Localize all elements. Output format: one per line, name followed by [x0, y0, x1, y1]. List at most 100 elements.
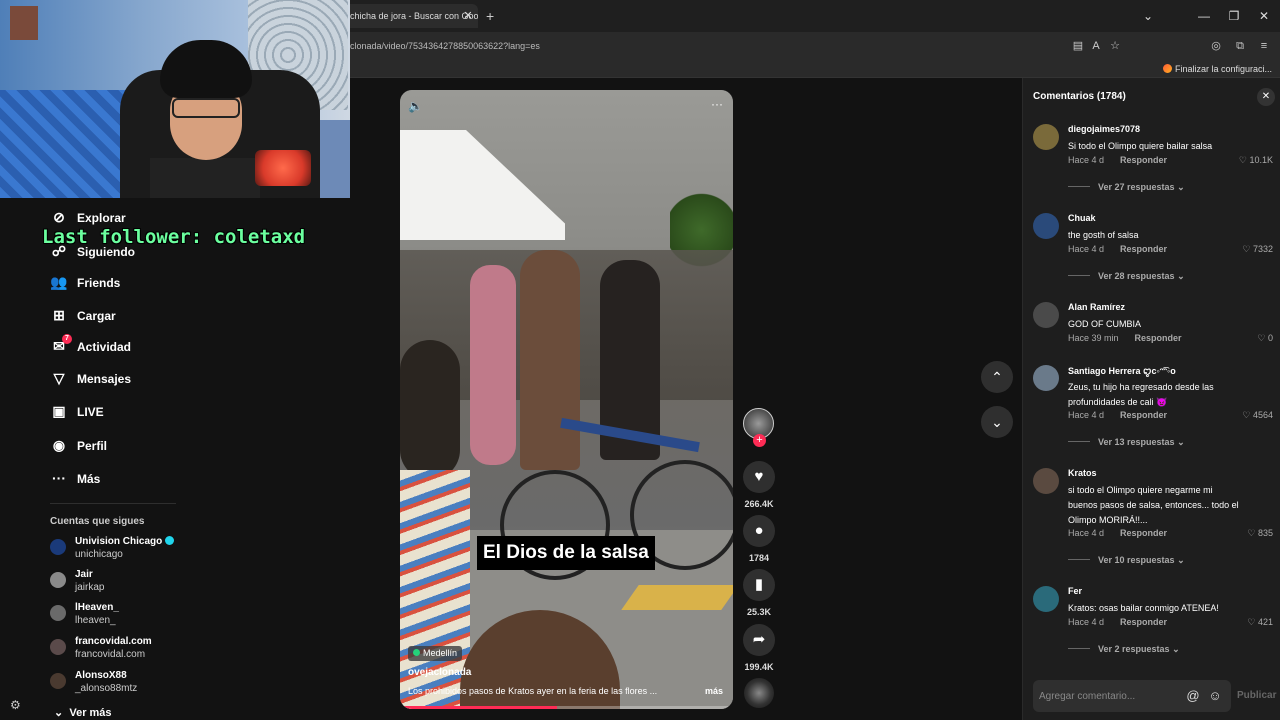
- comment-meta: Hace 4 d Responder: [1068, 528, 1167, 538]
- view-replies-label: Ver 13 respuestas: [1098, 437, 1175, 447]
- location-tag[interactable]: Medellín: [408, 646, 463, 661]
- avatar: [50, 639, 66, 655]
- comment-meta: Hace 4 d Responder: [1068, 617, 1167, 627]
- more-options-icon[interactable]: ···: [709, 97, 725, 111]
- comment-like-button[interactable]: ♡ 7332: [1242, 244, 1273, 255]
- comment-time: Hace 4 d: [1068, 244, 1105, 254]
- webcam-overlay: [0, 0, 350, 198]
- like-button[interactable]: ♥: [743, 461, 775, 493]
- avatar[interactable]: [1033, 586, 1059, 612]
- comment-text: Si todo el Olimpo quiere bailar salsa: [1068, 141, 1213, 151]
- new-tab-icon[interactable]: +: [486, 4, 500, 28]
- reply-button[interactable]: Responder: [1120, 155, 1167, 165]
- video-author[interactable]: ovejaclonada: [408, 667, 471, 678]
- description-more-button[interactable]: más: [705, 686, 723, 696]
- music-disc-icon[interactable]: [744, 678, 774, 708]
- video-caption: El Dios de la salsa: [477, 536, 655, 570]
- comment-input[interactable]: [1033, 680, 1231, 712]
- emoji-icon[interactable]: ☺: [1207, 688, 1223, 704]
- reply-button[interactable]: Responder: [1120, 244, 1167, 254]
- chevron-down-icon: ⌄: [1174, 437, 1185, 447]
- heart-outline-icon: ♡: [1238, 155, 1250, 165]
- chevron-down-icon: ⌄: [991, 414, 1003, 430]
- avatar[interactable]: [1033, 468, 1059, 494]
- view-replies-button[interactable]: Ver 28 respuestas ⌄: [1068, 271, 1185, 282]
- avatar[interactable]: [1033, 365, 1059, 391]
- sidebar-item-label: Cargar: [77, 309, 116, 323]
- sidebar-item-live[interactable]: ▣ LIVE: [50, 398, 104, 424]
- bookmark-item[interactable]: Finalizar la configuraci...: [1162, 62, 1272, 76]
- view-replies-button[interactable]: Ver 27 respuestas ⌄: [1068, 182, 1185, 193]
- comment-author[interactable]: Kratos: [1068, 468, 1097, 478]
- follow-plus-icon[interactable]: +: [753, 434, 766, 447]
- reply-button[interactable]: Responder: [1120, 410, 1167, 420]
- share-button[interactable]: ➦: [743, 624, 775, 656]
- comment-author[interactable]: diegojaimes7078: [1068, 124, 1140, 134]
- sidebar-item-mas[interactable]: ··· Más: [50, 465, 100, 491]
- see-more-button[interactable]: ⌄ Ver más: [54, 706, 112, 719]
- comment-author[interactable]: Chuak: [1068, 213, 1096, 223]
- comment-meta: Hace 39 min Responder: [1068, 333, 1182, 343]
- avatar[interactable]: [1033, 302, 1059, 328]
- reply-button[interactable]: Responder: [1135, 333, 1182, 343]
- comment-like-button[interactable]: ♡ 0: [1257, 333, 1273, 344]
- reply-button[interactable]: Responder: [1120, 528, 1167, 538]
- sidebar-item-friends[interactable]: 👥 Friends: [50, 269, 120, 295]
- screen: chicha de jora - Buscar con Goo ✕ + ⌄ — …: [0, 0, 1280, 720]
- view-replies-button[interactable]: Ver 2 respuestas ⌄: [1068, 644, 1180, 655]
- verified-icon: [165, 536, 175, 545]
- share-count: 199.4K: [744, 662, 774, 672]
- close-icon[interactable]: ✕: [1257, 88, 1275, 106]
- next-video-button[interactable]: ⌄: [981, 406, 1013, 438]
- comment-time: Hace 39 min: [1068, 333, 1119, 343]
- save-button[interactable]: ▮: [743, 569, 775, 601]
- url-field[interactable]: clonada/video/7534364278850063622?lang=e…: [350, 38, 540, 54]
- comment-like-button[interactable]: ♡ 4564: [1242, 410, 1273, 421]
- window-close-icon[interactable]: ✕: [1254, 6, 1274, 26]
- comment-like-button[interactable]: ♡ 10.1K: [1239, 155, 1273, 166]
- sidebar-item-cargar[interactable]: ⊞ Cargar: [50, 302, 116, 328]
- chevron-down-icon: ⌄: [1174, 555, 1185, 565]
- heart-outline-icon: ♡: [1257, 333, 1268, 343]
- account-icon[interactable]: ◎: [1208, 38, 1224, 54]
- account-name: Jair: [75, 569, 93, 580]
- video-player[interactable]: 🔈 ··· El Dios de la salsa Medellín oveja…: [400, 90, 733, 709]
- comment-like-button[interactable]: ♡ 835: [1247, 528, 1273, 539]
- comment-like-count: 421: [1257, 617, 1273, 627]
- menu-icon[interactable]: ≡: [1256, 38, 1272, 54]
- gear-icon[interactable]: ⚙: [10, 698, 24, 712]
- translate-icon[interactable]: A: [1088, 38, 1104, 54]
- star-icon[interactable]: ☆: [1107, 38, 1123, 54]
- minimize-icon[interactable]: —: [1194, 6, 1214, 26]
- comment-time: Hace 4 d: [1068, 410, 1105, 420]
- comment-button[interactable]: ●: [743, 515, 775, 547]
- reader-mode-icon[interactable]: ▤: [1070, 38, 1086, 54]
- mention-icon[interactable]: @: [1185, 688, 1201, 704]
- reply-button[interactable]: Responder: [1120, 617, 1167, 627]
- comment-like-button[interactable]: ♡ 421: [1247, 617, 1273, 628]
- tab-close-icon[interactable]: ✕: [462, 4, 474, 28]
- video-progress-bar[interactable]: [400, 706, 733, 709]
- sidebar-item-perfil[interactable]: ◉ Perfil: [50, 432, 107, 458]
- webcam-glasses: [172, 98, 240, 118]
- sidebar-item-actividad[interactable]: ✉ 7 Actividad: [50, 333, 131, 359]
- previous-video-button[interactable]: ⌃: [981, 361, 1013, 393]
- tab-list-chevron-icon[interactable]: ⌄: [1138, 6, 1158, 26]
- avatar[interactable]: [1033, 213, 1059, 239]
- avatar[interactable]: [1033, 124, 1059, 150]
- comment-author[interactable]: Alan Ramírez: [1068, 302, 1125, 312]
- browser-tab[interactable]: chicha de jora - Buscar con Goo: [342, 4, 478, 28]
- sidebar-item-mensajes[interactable]: ▽ Mensajes: [50, 365, 131, 391]
- extensions-icon[interactable]: ⧉: [1232, 38, 1248, 54]
- upload-icon: ⊞: [53, 307, 65, 323]
- post-comment-button[interactable]: Publicar: [1237, 690, 1276, 701]
- comment-author[interactable]: Fer: [1068, 586, 1082, 596]
- restore-icon[interactable]: ❐: [1224, 6, 1244, 26]
- sidebar-item-label: LIVE: [77, 405, 104, 419]
- view-replies-button[interactable]: Ver 13 respuestas ⌄: [1068, 437, 1185, 448]
- location-pin-icon: [413, 649, 420, 656]
- sidebar-item-label: Perfil: [77, 439, 108, 453]
- volume-icon[interactable]: 🔈: [408, 99, 424, 113]
- comment-author[interactable]: Santiago Herrera ꨄ︎c◦ᵔ͡ᵔ◦o: [1068, 365, 1176, 378]
- view-replies-button[interactable]: Ver 10 respuestas ⌄: [1068, 555, 1185, 566]
